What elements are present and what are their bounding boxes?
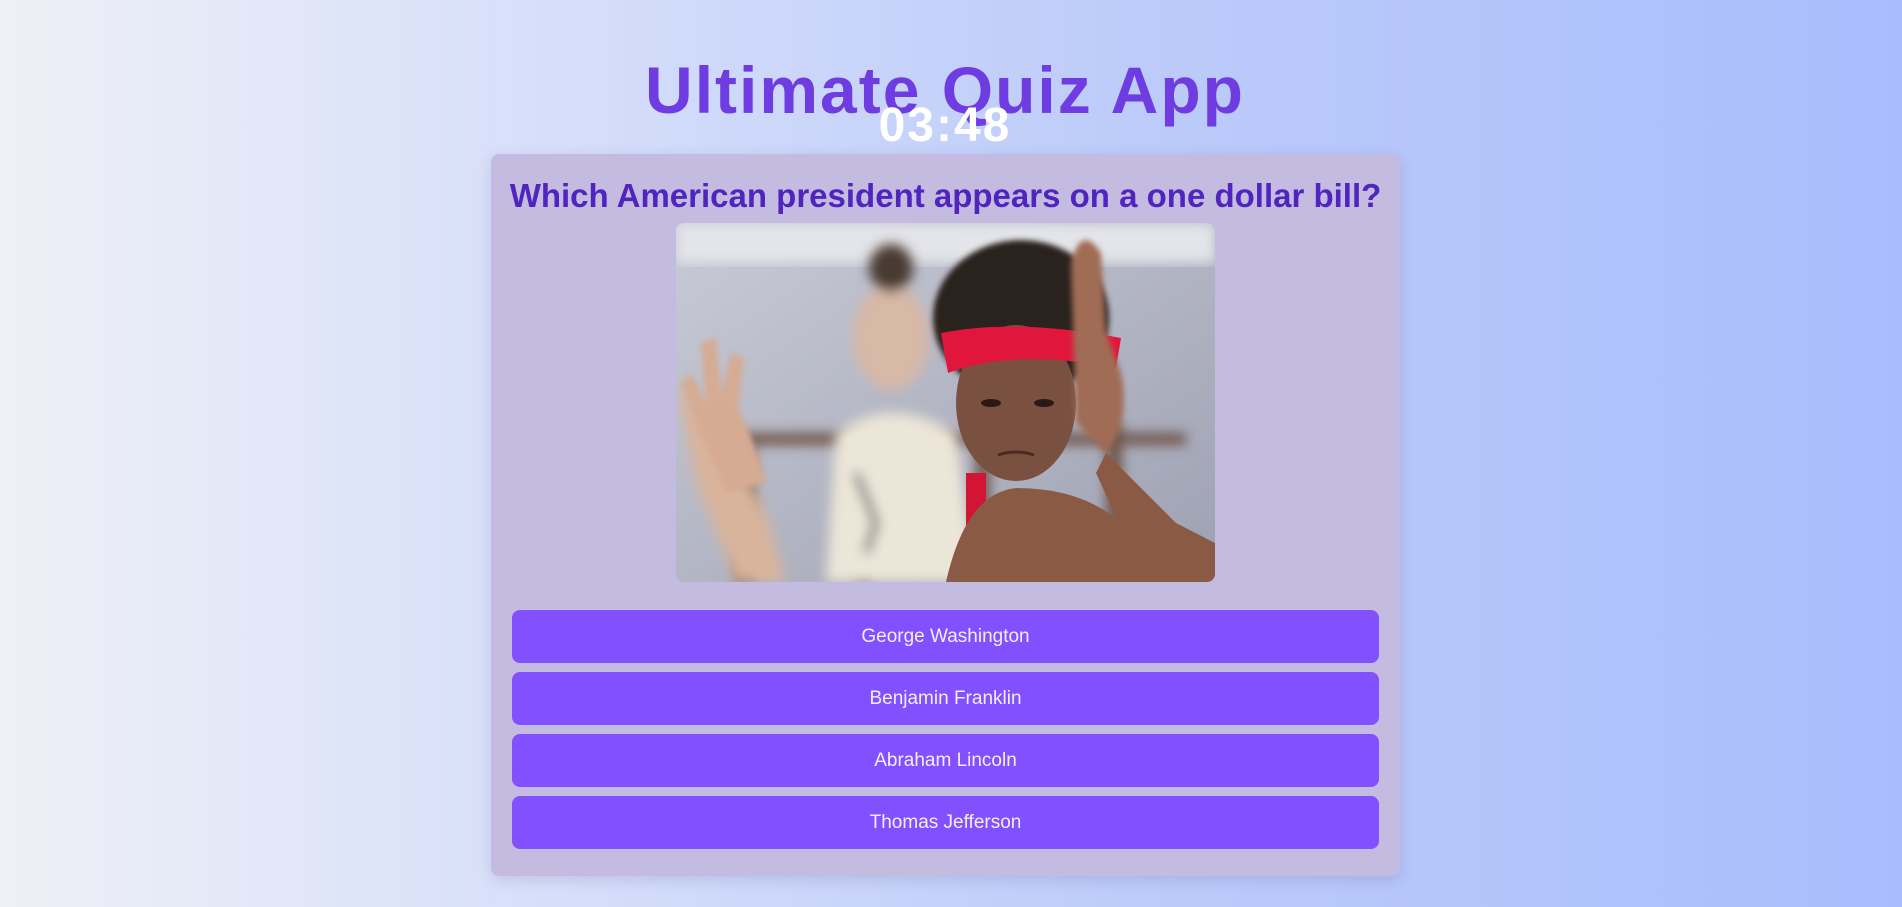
answer-button-thomas-jefferson[interactable]: Thomas Jefferson: [512, 796, 1379, 849]
answer-button-george-washington[interactable]: George Washington: [512, 610, 1379, 663]
countdown-timer: 03:48: [878, 99, 1012, 152]
answer-button-benjamin-franklin[interactable]: Benjamin Franklin: [512, 672, 1379, 725]
quiz-card: Which American president appears on a on…: [491, 154, 1400, 876]
question-text: Which American president appears on a on…: [509, 177, 1382, 214]
answer-list: George Washington Benjamin Franklin Abra…: [512, 610, 1379, 858]
answer-button-abraham-lincoln[interactable]: Abraham Lincoln: [512, 734, 1379, 787]
question-image: [676, 223, 1215, 582]
